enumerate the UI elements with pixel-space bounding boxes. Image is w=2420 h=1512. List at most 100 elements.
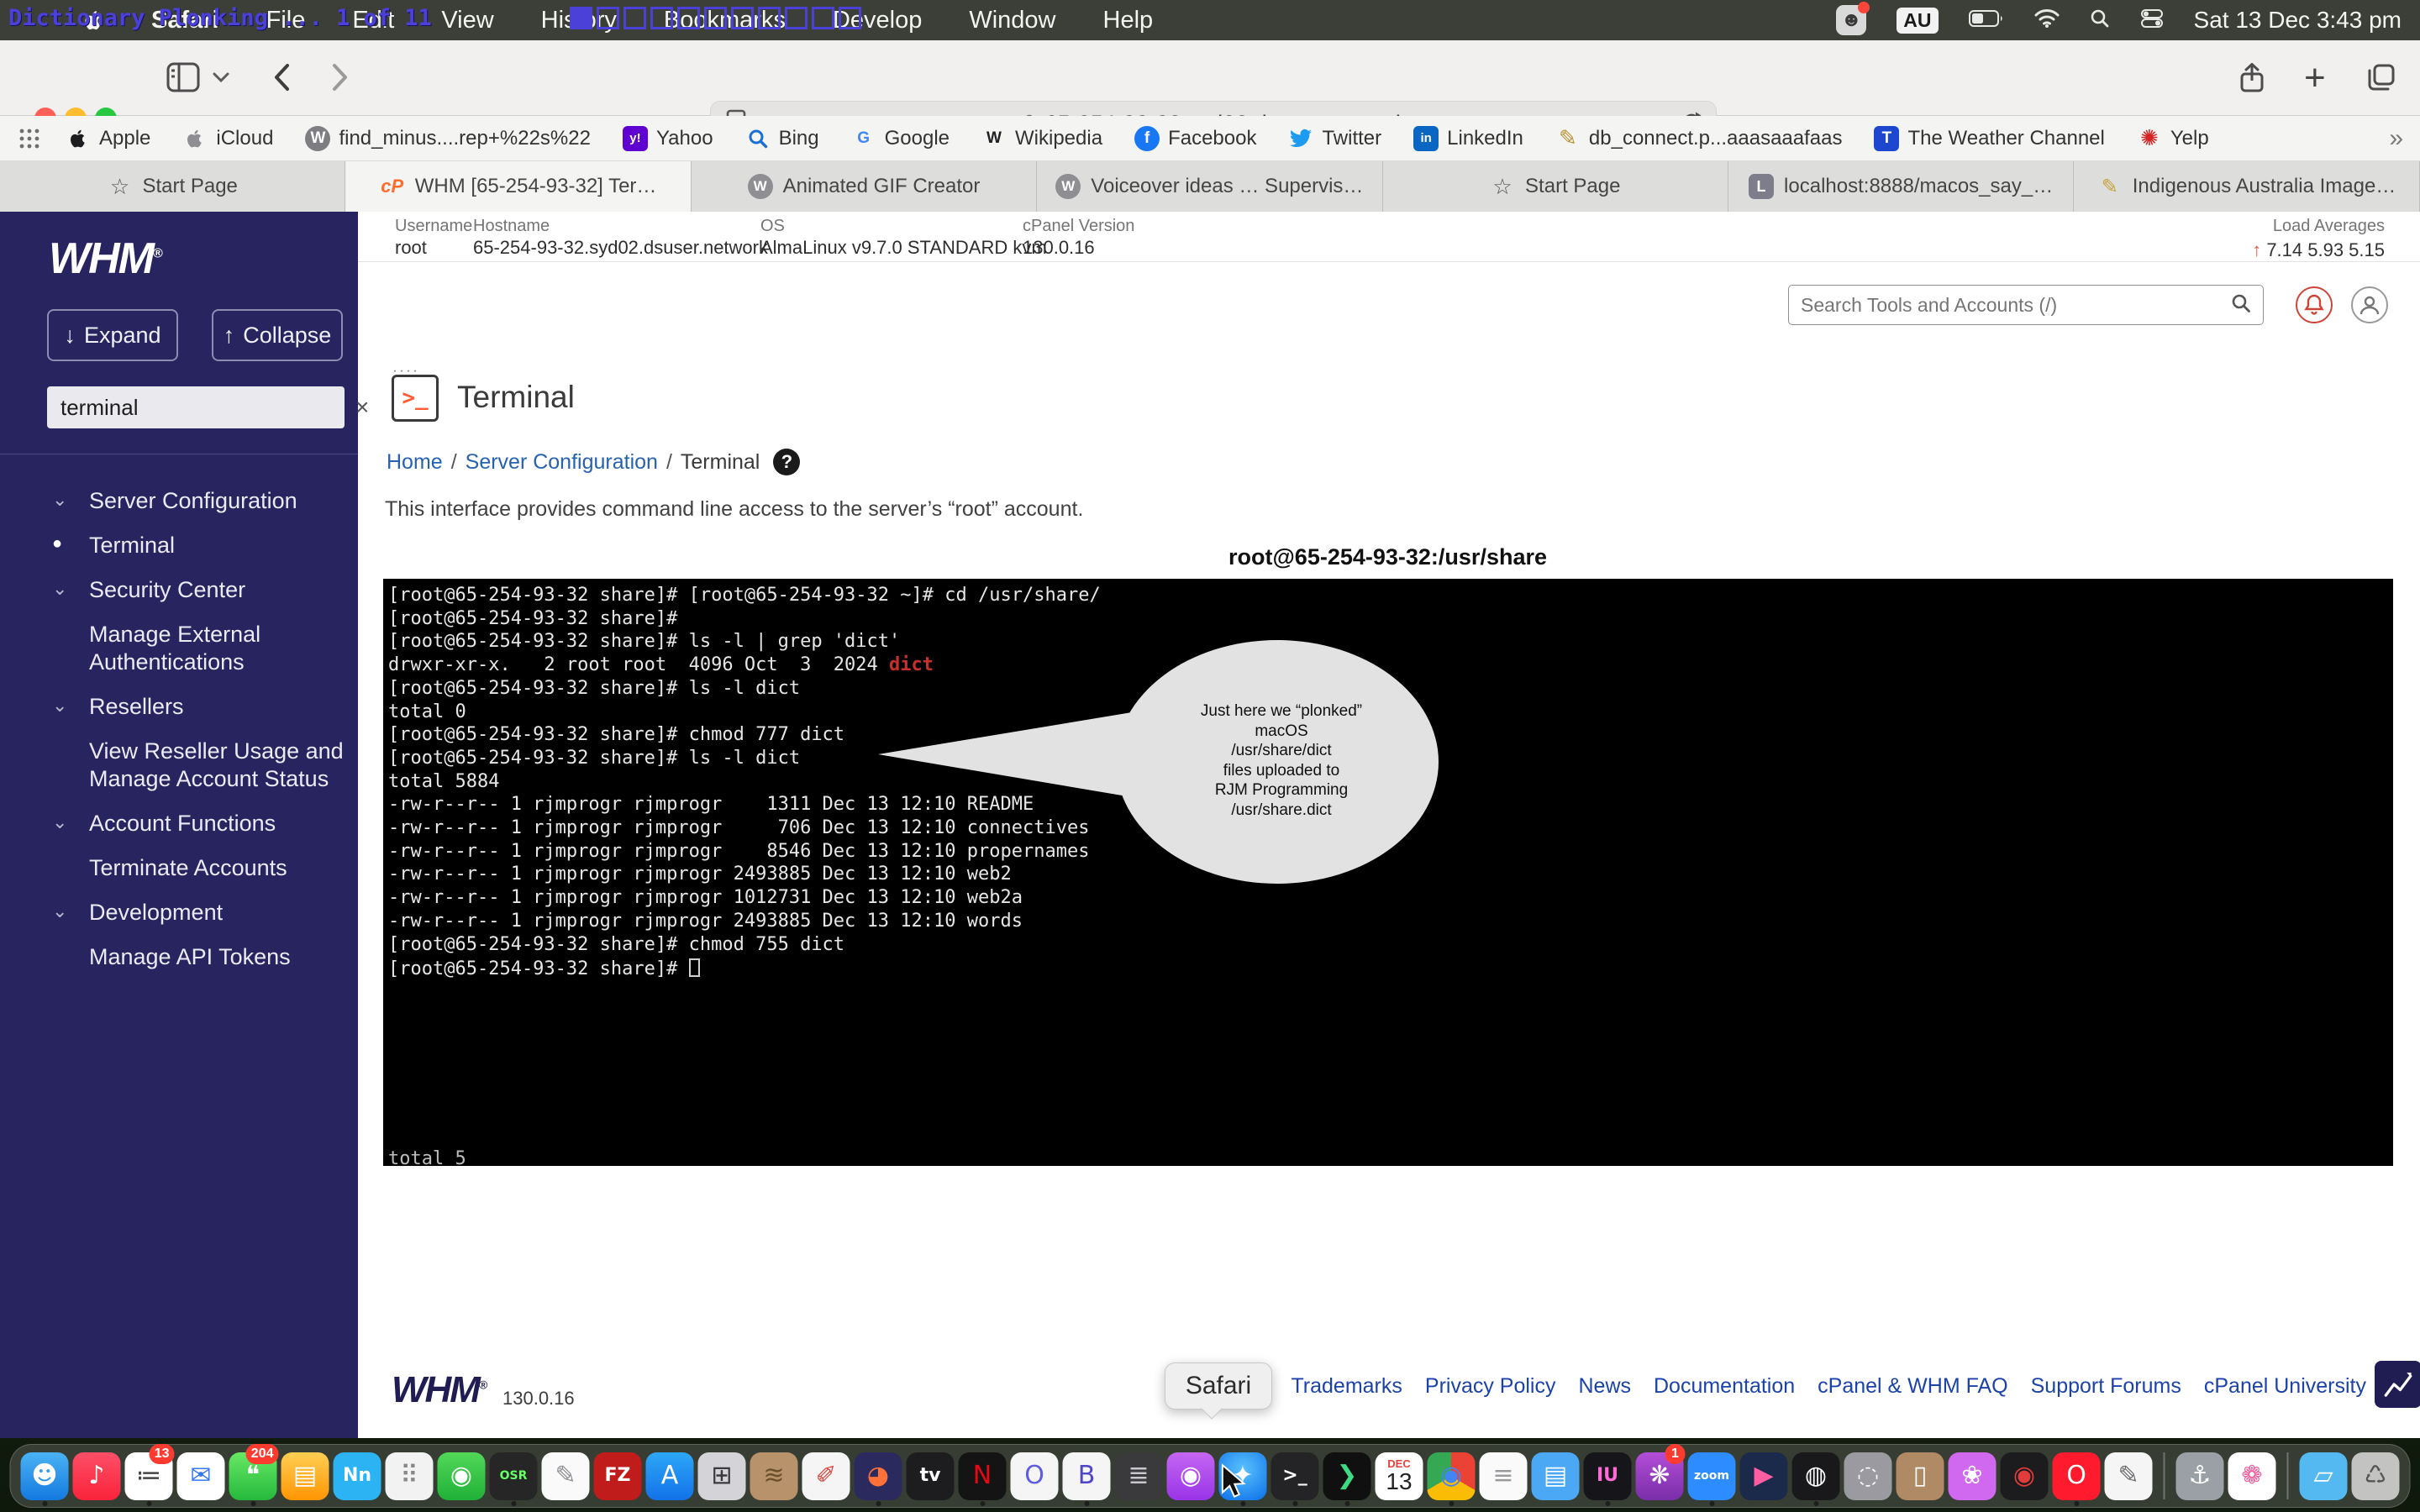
dock-mail[interactable]: ✉ — [177, 1446, 225, 1506]
dock-trash[interactable]: ♺ — [2352, 1446, 2400, 1506]
tab-start-page[interactable]: ☆Start Page — [0, 161, 345, 212]
bookmark-icloud[interactable]: iCloud — [182, 126, 273, 151]
forward-button[interactable] — [329, 60, 351, 98]
dock-firefox[interactable]: ◕ — [855, 1446, 902, 1506]
dock-opera[interactable]: O — [2053, 1446, 2101, 1506]
dock-art-palette[interactable]: ❋1 — [1636, 1446, 1684, 1506]
whm-logo[interactable]: WHM® — [49, 234, 161, 284]
share-icon[interactable] — [2238, 62, 2265, 98]
footer-link-privacy-policy[interactable]: Privacy Policy — [1425, 1374, 1556, 1399]
footer-link-cpanel-whm-faq[interactable]: cPanel & WHM FAQ — [1818, 1374, 2007, 1399]
favorites-overflow-chevron[interactable]: » — [2389, 124, 2403, 153]
input-source-badge[interactable]: AU — [1897, 8, 1938, 34]
dock-netflix[interactable]: N — [959, 1446, 1007, 1506]
dock-gray-app[interactable]: ◌ — [1844, 1446, 1892, 1506]
footer-link-documentation[interactable]: Documentation — [1654, 1374, 1795, 1399]
sidebar-search-field[interactable]: × — [47, 386, 345, 428]
menubar-app-icon[interactable]: ☻ — [1836, 5, 1866, 35]
dock-reminders[interactable]: ≔13 — [125, 1446, 173, 1506]
tab-voiceover-ideas-supervis[interactable]: WVoiceover ideas … Supervis… — [1037, 161, 1382, 212]
footer-link-support-forums[interactable]: Support Forums — [2031, 1374, 2181, 1399]
bookmark-db-connect-p-aaasaaafaas[interactable]: ✎db_connect.p...aaasaaafaas — [1555, 126, 1843, 151]
sidebar-item-manage-api-tokens[interactable]: Manage API Tokens — [0, 935, 358, 979]
sidebar-item-view-reseller-usage-and-manage-account-s[interactable]: View Reseller Usage andManage Account St… — [0, 729, 358, 801]
expand-all-button[interactable]: ↓Expand — [47, 309, 178, 361]
terminal-screen[interactable]: [root@65-254-93-32 share]# [root@65-254-… — [383, 579, 2393, 1166]
dock-leather-app[interactable]: ≋ — [750, 1446, 798, 1506]
sidebar-toggle-icon[interactable] — [166, 62, 200, 97]
dock-design-tools[interactable]: ✎ — [2105, 1446, 2153, 1506]
sidebar-search-input[interactable] — [47, 395, 355, 421]
tab-whm-65-254-93-32-ter[interactable]: cPWHM [65-254-93-32] Ter… — [345, 161, 691, 212]
sidebar-item-security-center[interactable]: ⌄Security Center — [0, 568, 358, 612]
menubar-clock[interactable]: Sat 13 Dec 3:43 pm — [2194, 7, 2402, 34]
tab-indigenous-australia-image[interactable]: ✎Indigenous Australia Image… — [2074, 161, 2419, 212]
tools-search-input[interactable] — [1789, 294, 2231, 317]
dock-photos-purple[interactable]: ❀ — [1949, 1446, 1996, 1506]
sidebar-item-server-configuration[interactable]: ⌄Server Configuration — [0, 479, 358, 523]
bookmark-wikipedia[interactable]: WWikipedia — [981, 126, 1102, 151]
dock-bbedit[interactable]: B — [1063, 1446, 1111, 1506]
back-button[interactable] — [271, 60, 292, 98]
notifications-bell-icon[interactable] — [2296, 286, 2333, 323]
dock-calendar-app[interactable]: ▤ — [281, 1446, 329, 1506]
breadcrumb-home[interactable]: Home — [387, 450, 443, 475]
dock-osr-terminal[interactable]: OSR — [490, 1446, 538, 1506]
dock-keypad-app[interactable]: ≣ — [1115, 1446, 1163, 1506]
dock-intellij[interactable]: IU — [1584, 1446, 1632, 1506]
bookmark-find-minus-rep-22s-22[interactable]: Wfind_minus....rep+%22s%22 — [305, 126, 591, 151]
menu-item-file[interactable]: File — [266, 7, 306, 34]
bookmark-the-weather-channel[interactable]: TThe Weather Channel — [1874, 126, 2104, 151]
tab-localhost-8888-macos-say[interactable]: Llocalhost:8888/macos_say_… — [1728, 161, 2074, 212]
dock-terminal[interactable]: >_ — [1271, 1446, 1319, 1506]
dock-omni-app[interactable]: O — [1011, 1446, 1059, 1506]
dock-iterm[interactable]: ❯ — [1323, 1446, 1371, 1506]
dock-appstore[interactable]: A — [646, 1446, 694, 1506]
sidebar-item-terminal[interactable]: ●Terminal — [0, 523, 358, 568]
dock-music[interactable]: ♪ — [73, 1446, 121, 1506]
dock-camera-app[interactable]: ◉ — [2001, 1446, 2049, 1506]
sidebar-item-account-functions[interactable]: ⌄Account Functions — [0, 801, 358, 846]
new-tab-button[interactable]: + — [2304, 64, 2326, 92]
menu-item-develop[interactable]: Develop — [833, 7, 922, 34]
dock-downloads-folder[interactable]: ▱ — [2300, 1446, 2348, 1506]
bookmark-yelp[interactable]: ✺Yelp — [2137, 126, 2209, 151]
tab-animated-gif-creator[interactable]: WAnimated GIF Creator — [692, 161, 1037, 212]
sidebar-item-resellers[interactable]: ⌄Resellers — [0, 685, 358, 729]
clear-search-icon[interactable]: × — [355, 394, 369, 421]
dock-calculator[interactable]: ⊞ — [698, 1446, 746, 1506]
menu-item-safari[interactable]: Safari — [151, 7, 219, 34]
sidebar-item-development[interactable]: ⌄Development — [0, 890, 358, 935]
dock-zoom[interactable]: zoom — [1688, 1446, 1736, 1506]
footer-link-cpanel-university[interactable]: cPanel University — [2204, 1374, 2366, 1399]
footer-link-trademarks[interactable]: Trademarks — [1291, 1374, 1402, 1399]
dock-pages-doc[interactable]: ≡ — [1480, 1446, 1528, 1506]
breadcrumb-server-configuration[interactable]: Server Configuration — [466, 450, 658, 475]
wifi-icon[interactable] — [2034, 8, 2060, 33]
dock-github[interactable]: ◍ — [1792, 1446, 1840, 1506]
menu-item-bookmarks[interactable]: Bookmarks — [664, 7, 786, 34]
footer-link-news[interactable]: News — [1578, 1374, 1631, 1399]
sidebar-item-manage-external-authentications[interactable]: Manage ExternalAuthentications — [0, 612, 358, 685]
tools-search-field[interactable] — [1788, 285, 2264, 325]
search-icon[interactable] — [2231, 293, 2251, 318]
bookmark-facebook[interactable]: fFacebook — [1134, 126, 1256, 151]
sidebar-item-terminate-accounts[interactable]: Terminate Accounts — [0, 846, 358, 890]
dock-textedit[interactable]: ✎ — [542, 1446, 590, 1506]
bookmark-grid-icon[interactable] — [18, 128, 40, 150]
tab-start-page[interactable]: ☆Start Page — [1383, 161, 1728, 212]
dock-finder[interactable]: ☻ — [21, 1446, 69, 1506]
dock-podcasts[interactable]: ◉ — [1167, 1446, 1215, 1506]
dock-preview[interactable]: ▤ — [1532, 1446, 1580, 1506]
server-monitor-icon[interactable] — [2375, 1361, 2420, 1408]
dock-chrome[interactable]: ◉ — [1428, 1446, 1476, 1506]
bookmark-apple[interactable]: Apple — [66, 126, 150, 151]
dock-filezilla[interactable]: FZ — [594, 1446, 642, 1506]
tab-overview-icon[interactable] — [2366, 62, 2396, 97]
account-avatar[interactable] — [2351, 286, 2388, 323]
dock-media-player[interactable]: ▶ — [1740, 1446, 1788, 1506]
menu-item-view[interactable]: View — [441, 7, 493, 34]
bookmark-google[interactable]: GGoogle — [851, 126, 950, 151]
bookmark-linkedin[interactable]: inLinkedIn — [1413, 126, 1523, 151]
menu-item-window[interactable]: Window — [969, 7, 1055, 34]
